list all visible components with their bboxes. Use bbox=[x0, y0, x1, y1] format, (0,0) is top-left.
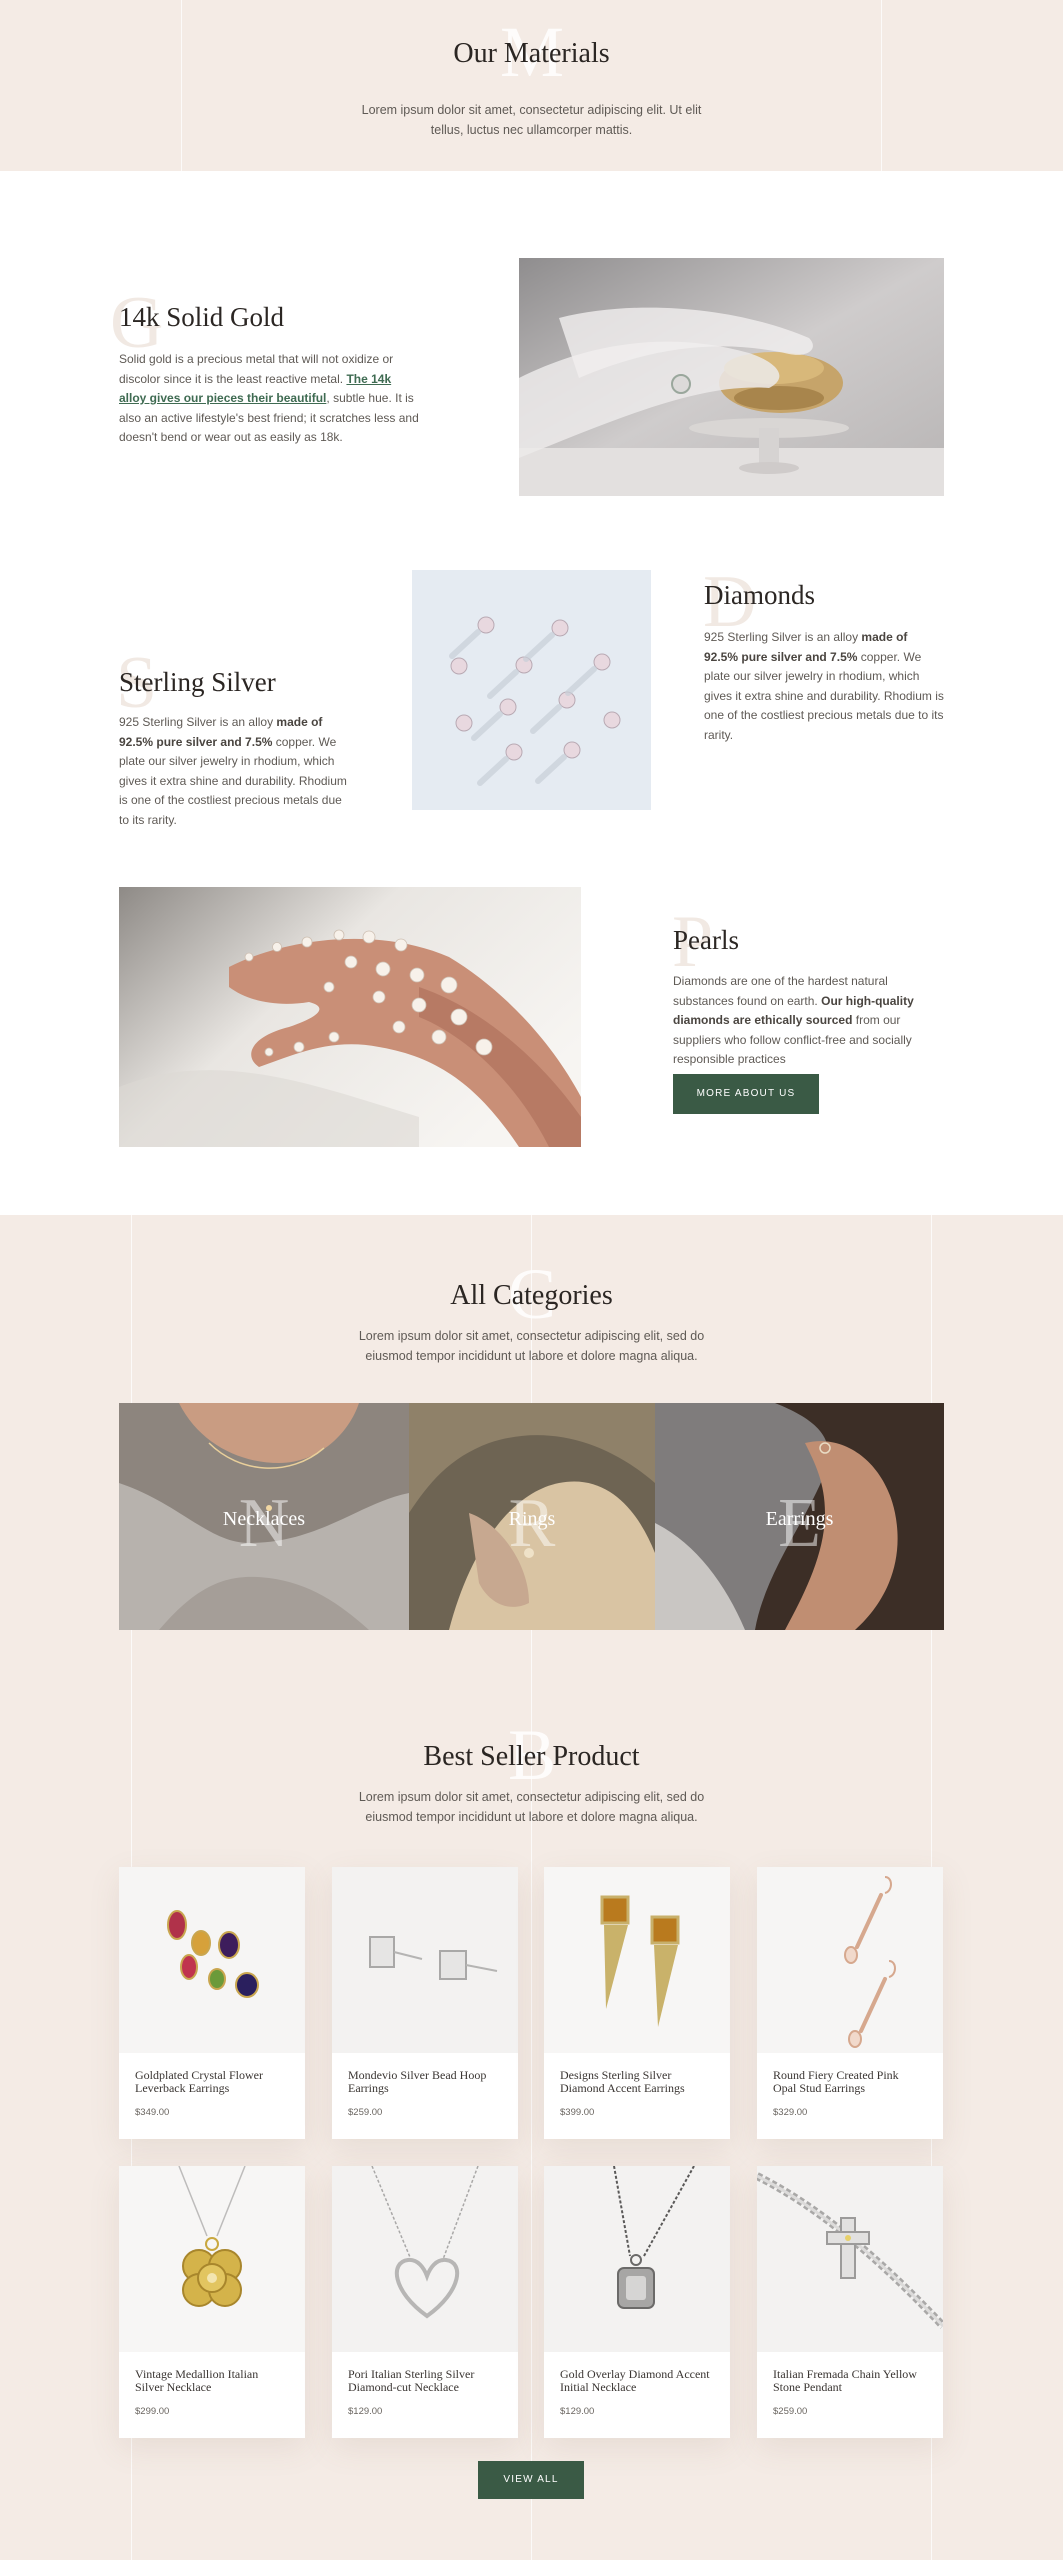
product-image[interactable] bbox=[757, 1867, 943, 2053]
product-image-graphic bbox=[119, 1867, 305, 2053]
product-name[interactable]: Round Fiery Created Pink Opal Stud Earri… bbox=[773, 2069, 923, 2094]
section-description: Lorem ipsum dolor sit amet, consectetur … bbox=[361, 103, 702, 137]
product-image[interactable] bbox=[119, 1867, 305, 2053]
material-description: Diamonds are one of the hardest natural … bbox=[673, 974, 914, 1066]
product-image[interactable] bbox=[544, 2166, 730, 2352]
diamonds-photo-graphic bbox=[412, 570, 651, 810]
product-price: $259.00 bbox=[773, 2406, 808, 2417]
product-price: $129.00 bbox=[560, 2406, 595, 2417]
section-description: Lorem ipsum dolor sit amet, consectetur … bbox=[358, 1329, 705, 1363]
product-name[interactable]: Mondevio Silver Bead Hoop Earrings bbox=[348, 2069, 498, 2094]
product-price: $329.00 bbox=[773, 2107, 808, 2118]
section-description: Lorem ipsum dolor sit amet, consectetur … bbox=[358, 1790, 705, 1824]
material-title: Pearls bbox=[673, 925, 739, 955]
section-title: All Categories bbox=[450, 1280, 613, 1311]
product-card[interactable]: Pori Italian Sterling Silver Diamond-cut… bbox=[332, 2166, 518, 2438]
material-description: 925 Sterling Silver is an alloy made of … bbox=[704, 630, 944, 742]
product-image-graphic bbox=[332, 2166, 518, 2352]
product-card[interactable]: Italian Fremada Chain Yellow Stone Penda… bbox=[757, 2166, 943, 2438]
product-price: $259.00 bbox=[348, 2107, 383, 2118]
product-image-graphic bbox=[757, 2166, 943, 2352]
product-card[interactable]: Gold Overlay Diamond Accent Initial Neck… bbox=[544, 2166, 730, 2438]
product-name[interactable]: Vintage Medallion Italian Silver Necklac… bbox=[135, 2368, 285, 2393]
product-image[interactable] bbox=[757, 2166, 943, 2352]
category-label: Necklaces bbox=[222, 1508, 306, 1530]
product-card[interactable]: Designs Sterling Silver Diamond Accent E… bbox=[544, 1867, 730, 2139]
product-image-graphic bbox=[332, 1867, 518, 2053]
view-all-button[interactable]: VIEW ALL bbox=[478, 2461, 584, 2499]
material-description: 925 Sterling Silver is an alloy made of … bbox=[119, 715, 347, 827]
product-price: $349.00 bbox=[135, 2107, 170, 2118]
material-title: Diamonds bbox=[704, 580, 815, 610]
section-title: Best Seller Product bbox=[423, 1741, 640, 1772]
product-image-graphic bbox=[544, 2166, 730, 2352]
product-name[interactable]: Designs Sterling Silver Diamond Accent E… bbox=[560, 2069, 710, 2094]
product-card[interactable]: Goldplated Crystal Flower Leverback Earr… bbox=[119, 1867, 305, 2139]
product-image-graphic bbox=[544, 1867, 730, 2053]
product-image-graphic bbox=[757, 1867, 943, 2053]
category-rings[interactable]: R Rings bbox=[409, 1403, 655, 1630]
material-title: 14k Solid Gold bbox=[119, 302, 285, 332]
product-image-graphic bbox=[119, 2166, 305, 2352]
category-label: Rings bbox=[508, 1508, 556, 1530]
category-necklaces[interactable]: N Necklaces bbox=[119, 1403, 409, 1630]
product-name[interactable]: Gold Overlay Diamond Accent Initial Neck… bbox=[560, 2368, 710, 2393]
product-name[interactable]: Goldplated Crystal Flower Leverback Earr… bbox=[135, 2069, 285, 2094]
product-price: $399.00 bbox=[560, 2107, 595, 2118]
gold-photo-graphic bbox=[519, 258, 944, 496]
product-name[interactable]: Italian Fremada Chain Yellow Stone Penda… bbox=[773, 2368, 923, 2393]
pearls-photo-graphic bbox=[119, 887, 581, 1147]
category-earrings[interactable]: E Earrings bbox=[655, 1403, 944, 1630]
material-title: Sterling Silver bbox=[119, 667, 276, 697]
decor-line bbox=[881, 0, 882, 171]
pearls-photo bbox=[119, 887, 581, 1147]
more-about-us-button[interactable]: MORE ABOUT US bbox=[673, 1074, 819, 1114]
product-image[interactable] bbox=[332, 1867, 518, 2053]
material-description: Solid gold is a precious metal that will… bbox=[119, 352, 419, 444]
product-card[interactable]: Round Fiery Created Pink Opal Stud Earri… bbox=[757, 1867, 943, 2139]
product-card[interactable]: Vintage Medallion Italian Silver Necklac… bbox=[119, 2166, 305, 2438]
materials-header: M Our Materials Lorem ipsum dolor sit am… bbox=[0, 0, 1063, 171]
gold-photo bbox=[519, 258, 944, 496]
product-image[interactable] bbox=[332, 2166, 518, 2352]
section-title: Our Materials bbox=[453, 38, 610, 69]
product-card[interactable]: Mondevio Silver Bead Hoop Earrings $259.… bbox=[332, 1867, 518, 2139]
product-price: $129.00 bbox=[348, 2406, 383, 2417]
decor-line bbox=[181, 0, 182, 171]
product-name[interactable]: Pori Italian Sterling Silver Diamond-cut… bbox=[348, 2368, 498, 2393]
product-image[interactable] bbox=[119, 2166, 305, 2352]
diamonds-photo bbox=[412, 570, 651, 810]
product-price: $299.00 bbox=[135, 2406, 170, 2417]
category-label: Earrings bbox=[765, 1508, 834, 1530]
product-image[interactable] bbox=[544, 1867, 730, 2053]
